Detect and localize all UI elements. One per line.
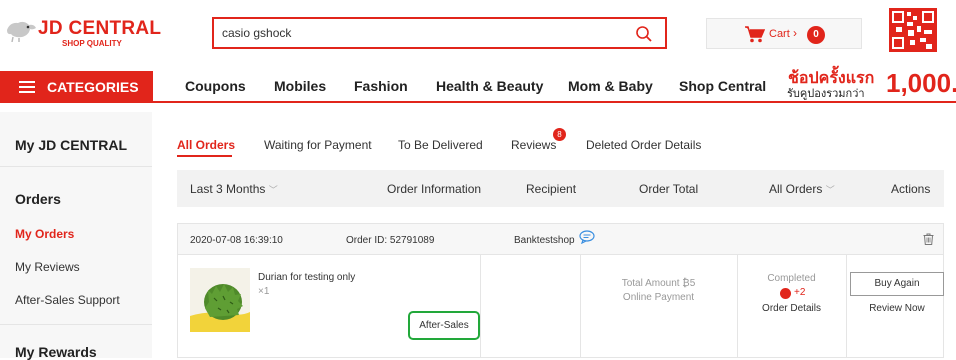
date-range-dropdown[interactable]: Last 3 Months ﹀	[190, 182, 278, 196]
nav-link-fashion[interactable]: Fashion	[354, 78, 408, 94]
tab-reviews[interactable]: Reviews	[511, 138, 556, 152]
status-filter-dropdown[interactable]: All Orders ﹀	[769, 182, 835, 196]
categories-button[interactable]: CATEGORIES	[0, 71, 153, 102]
column-order-total: Order Total	[639, 182, 699, 196]
order-id: Order ID: 52791089	[346, 235, 435, 246]
nav-link-health-beauty[interactable]: Health & Beauty	[436, 78, 543, 94]
menu-icon	[19, 81, 35, 93]
qr-code-icon[interactable]	[886, 6, 940, 54]
product-quantity: ×1	[258, 286, 270, 297]
sidebar-item-after-sales-support[interactable]: After-Sales Support	[15, 293, 120, 307]
reward-coins: +2	[780, 287, 820, 301]
reviews-count-badge: 8	[553, 128, 566, 141]
chat-icon[interactable]	[579, 230, 595, 244]
payment-method: Online Payment	[622, 292, 695, 303]
order-datetime: 2020-07-08 16:39:10	[190, 235, 283, 246]
column-order-information: Order Information	[387, 182, 482, 196]
tab-deleted-order-details[interactable]: Deleted Order Details	[586, 138, 701, 152]
search-icon[interactable]	[635, 25, 653, 43]
cart-label: Cart	[769, 28, 790, 40]
trash-icon[interactable]	[923, 233, 934, 245]
shop-name[interactable]: Banktestshop	[514, 235, 575, 246]
chevron-right-icon: ›	[793, 26, 797, 40]
reward-coin-count: +2	[794, 287, 806, 298]
nav-link-shop-central[interactable]: Shop Central	[679, 78, 766, 94]
dog-mascot-icon	[7, 21, 36, 42]
product-name[interactable]: Durian for testing only	[258, 272, 355, 283]
sidebar-orders-heading: Orders	[15, 191, 61, 207]
coin-icon	[780, 288, 791, 299]
order-total-amount: Total Amount ₿5	[621, 278, 696, 289]
tab-waiting-for-payment[interactable]: Waiting for Payment	[264, 138, 372, 152]
promo-subtitle: รับคูปองรวมกว่า	[787, 88, 865, 100]
sidebar-title[interactable]: My JD CENTRAL	[15, 137, 127, 153]
tab-to-be-delivered[interactable]: To Be Delivered	[398, 138, 483, 152]
shopping-cart-icon	[745, 26, 765, 43]
chevron-down-icon: ﹀	[268, 185, 278, 195]
order-status: Completed	[767, 273, 816, 284]
chevron-down-icon: ﹀	[825, 185, 835, 195]
column-divider	[480, 255, 481, 358]
promo-amount[interactable]: 1,000.	[886, 68, 956, 99]
nav-link-coupons[interactable]: Coupons	[185, 78, 246, 94]
search-input[interactable]	[222, 23, 622, 43]
status-filter-label: All Orders	[769, 182, 823, 196]
buy-again-button[interactable]: Buy Again	[850, 272, 944, 296]
nav-link-mom-baby[interactable]: Mom & Baby	[568, 78, 653, 94]
active-tab-indicator	[177, 155, 232, 157]
logo-wordmark: JD CENTRAL	[38, 18, 162, 39]
sidebar-item-my-orders[interactable]: My Orders	[15, 227, 74, 241]
search-bar	[212, 17, 667, 49]
nav-link-mobiles[interactable]: Mobiles	[274, 78, 326, 94]
review-now-link[interactable]: Review Now	[850, 303, 944, 314]
jd-central-logo[interactable]: JD CENTRAL SHOP QUALITY	[4, 12, 161, 52]
product-image[interactable]	[190, 268, 250, 332]
cart-button[interactable]: Cart › 0	[706, 18, 862, 49]
tab-all-orders[interactable]: All Orders	[177, 138, 235, 152]
categories-label: CATEGORIES	[47, 79, 139, 95]
column-divider	[580, 255, 581, 358]
column-divider	[846, 255, 847, 358]
after-sales-button[interactable]: After-Sales	[408, 311, 480, 340]
order-details-link[interactable]: Order Details	[737, 303, 846, 314]
column-recipient: Recipient	[526, 182, 577, 196]
column-actions: Actions	[891, 182, 931, 196]
sidebar-divider	[0, 324, 152, 325]
date-range-label: Last 3 Months	[190, 182, 266, 196]
cart-count-badge: 0	[807, 26, 825, 44]
sidebar-item-my-reviews[interactable]: My Reviews	[15, 260, 80, 274]
logo-tagline: SHOP QUALITY	[62, 39, 122, 48]
sidebar-divider	[0, 166, 152, 167]
